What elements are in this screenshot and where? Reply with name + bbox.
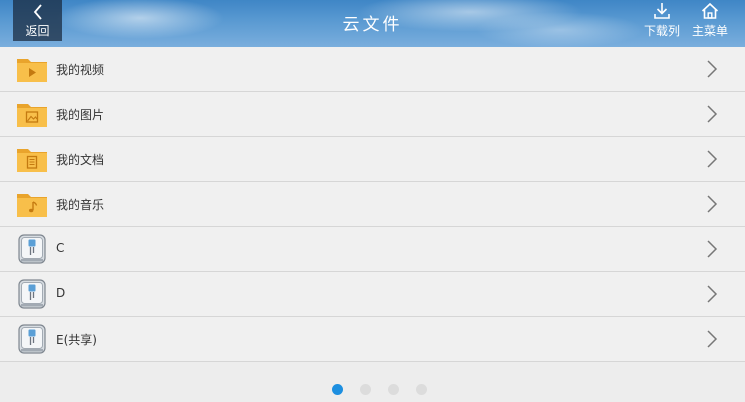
list-item-images[interactable]: 我的图片 [0,92,745,137]
main-menu-label: 主菜单 [691,24,728,38]
list-item-documents[interactable]: 我的文档 [0,137,745,182]
page-dot[interactable] [416,384,427,395]
folder-music-icon [17,194,47,217]
chevron-right-icon [707,105,718,123]
list-item-label: 我的视频 [56,63,105,77]
chevron-right-icon [707,330,718,348]
page-dot[interactable] [360,384,371,395]
drive-icon [18,324,46,354]
list-item-drive-e[interactable]: E(共享) [0,317,745,362]
page-indicator [0,384,745,398]
folder-video-icon [17,59,47,82]
title-bar: 返回 云文件 下载列 主菜单 [0,0,745,47]
folder-document-icon [17,149,47,172]
list-item-drive-c[interactable]: C [0,227,745,272]
page-dot[interactable] [388,384,399,395]
list-item-label: 我的文档 [56,153,105,167]
home-icon [701,2,719,19]
download-list-button[interactable]: 下载列 [640,0,684,40]
chevron-right-icon [707,195,718,213]
chevron-right-icon [707,60,718,78]
main-menu-button[interactable]: 主菜单 [688,0,732,40]
list-item-label: E(共享) [56,333,97,347]
chevron-right-icon [707,240,718,258]
drive-icon [18,279,46,309]
list-item-drive-d[interactable]: D [0,272,745,317]
chevron-right-icon [707,285,718,303]
download-list-label: 下载列 [643,24,680,38]
folder-image-icon [17,104,47,127]
list-item-label: 我的图片 [56,108,105,122]
page-dot[interactable] [332,384,343,395]
list-item-label: D [56,286,66,300]
chevron-right-icon [707,150,718,168]
list-item-music[interactable]: 我的音乐 [0,182,745,227]
drive-icon [18,234,46,264]
page-title: 云文件 [342,15,403,35]
list-item-label: 我的音乐 [56,198,105,212]
list-item-label: C [56,241,65,255]
file-list: 我的视频 我的图片 我的文档 我的音乐 C D E(共享) [0,47,745,362]
list-item-videos[interactable]: 我的视频 [0,47,745,92]
download-icon [654,3,670,19]
